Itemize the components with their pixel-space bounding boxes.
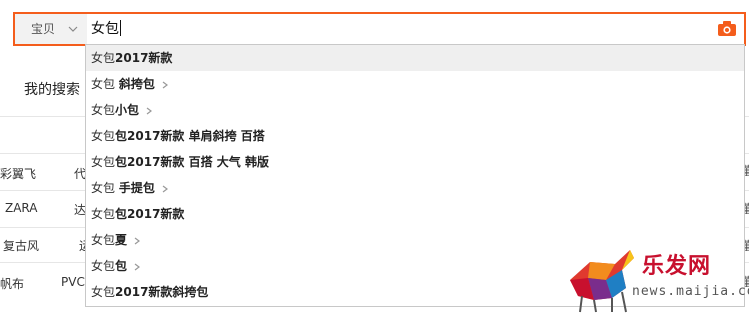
search-bar: 宝贝 女包 (13, 12, 746, 46)
suggestion-highlight: 包2017新款 百搭 大气 韩版 (115, 155, 269, 169)
suggestion-highlight: 2017新款 (115, 51, 173, 65)
tag-row-4-col2[interactable]: PVC (61, 275, 85, 289)
search-scope-label: 宝贝 (31, 22, 56, 36)
suggestion-item[interactable]: 女包2017新款 (86, 45, 744, 71)
watermark-title: 乐发网 (642, 253, 712, 279)
suggestion-prefix: 女包 (91, 285, 116, 299)
tag-row-1-col1[interactable]: 彩翼飞 (0, 165, 36, 182)
suggestion-item[interactable]: 女包 斜挎包 (86, 71, 744, 97)
chevron-right-icon[interactable] (145, 107, 153, 115)
chevron-down-icon (68, 26, 78, 32)
search-input[interactable]: 女包 (91, 14, 121, 44)
search-scope-dropdown[interactable]: 宝贝 (15, 14, 87, 44)
suggestion-item[interactable]: 女包 手提包 (86, 175, 744, 201)
tag-row-3-col1[interactable]: 复古风 (3, 237, 39, 254)
history-label: 我的搜索 (24, 82, 80, 98)
tag-row-4-col1[interactable]: 帆布 (0, 275, 24, 292)
suggestion-highlight: 手提包 (118, 181, 155, 195)
search-query-text: 女包 (91, 21, 119, 37)
watermark-url: news.maijia.com (632, 284, 749, 299)
suggestion-prefix: 女包 (91, 77, 119, 91)
chevron-right-icon[interactable] (133, 263, 141, 271)
chevron-right-icon[interactable] (161, 81, 169, 89)
suggestion-prefix: 女包 (91, 233, 116, 247)
suggestion-prefix: 女包 (91, 103, 116, 117)
suggestion-item[interactable]: 女包包2017新款 单肩斜挎 百搭 (86, 123, 744, 149)
chevron-right-icon[interactable] (161, 185, 169, 193)
chevron-right-icon[interactable] (133, 237, 141, 245)
suggestion-prefix: 女包 (91, 155, 116, 169)
suggestion-item[interactable]: 女包小包 (86, 97, 744, 123)
suggestion-prefix: 女包 (91, 181, 119, 195)
suggestion-item[interactable]: 女包包2017新款 百搭 大气 韩版 (86, 149, 744, 175)
suggestion-highlight: 2017新款斜挎包 (115, 285, 209, 299)
suggestion-prefix: 女包 (91, 51, 116, 65)
suggestion-highlight: 包2017新款 单肩斜挎 百搭 (115, 129, 265, 143)
suggestion-highlight: 夏 (115, 233, 128, 247)
text-caret (120, 20, 121, 36)
suggestion-highlight: 斜挎包 (118, 77, 155, 91)
camera-icon[interactable] (718, 21, 736, 36)
site-watermark: 乐发网 news.maijia.com (560, 240, 749, 313)
suggestion-prefix: 女包 (91, 129, 116, 143)
suggestion-item[interactable]: 女包包2017新款 (86, 201, 744, 227)
bull-logo-icon (570, 250, 634, 313)
suggestion-highlight: 包 (115, 259, 128, 273)
suggestion-highlight: 小包 (115, 103, 140, 117)
suggestion-highlight: 包2017新款 (115, 207, 185, 221)
tag-row-2-col1[interactable]: ZARA (5, 201, 38, 215)
suggestion-prefix: 女包 (91, 259, 116, 273)
suggestion-prefix: 女包 (91, 207, 116, 221)
